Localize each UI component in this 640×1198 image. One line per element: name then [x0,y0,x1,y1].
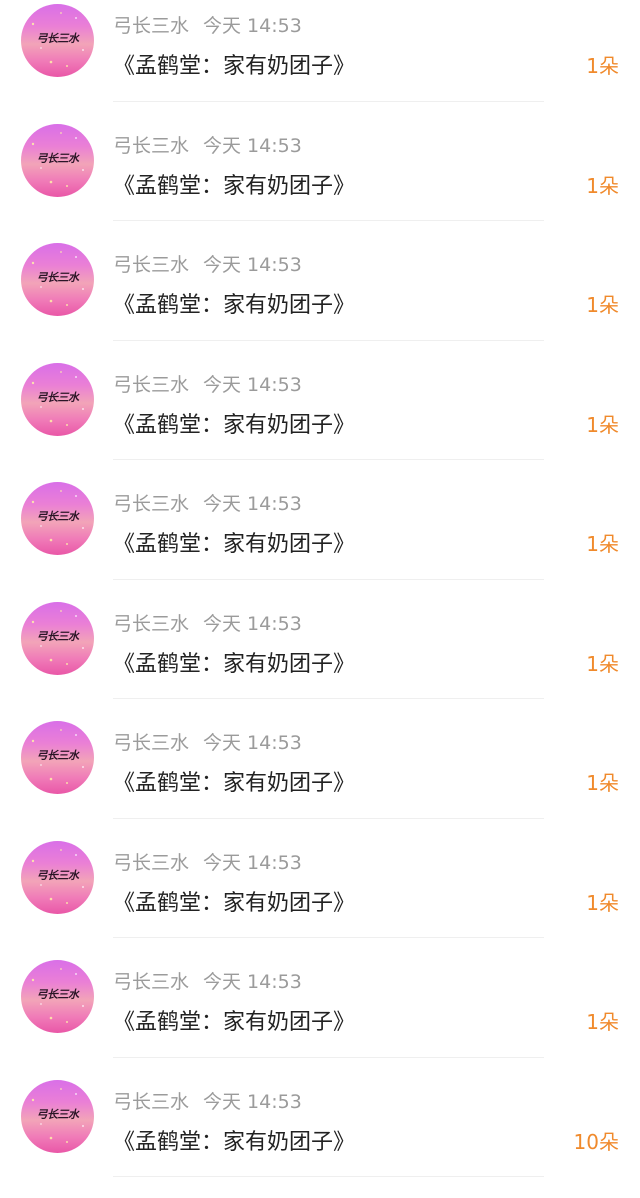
avatar[interactable]: 弓长三水 [21,123,94,197]
work-title[interactable]: 《孟鹤堂：家有奶团子》 [113,1124,355,1156]
item-meta: 弓长三水 今天 14:53 [113,11,302,38]
work-title[interactable]: 《孟鹤堂：家有奶团子》 [113,765,355,797]
avatar-logo-text: 弓长三水 [36,1107,80,1121]
work-title[interactable]: 《孟鹤堂：家有奶团子》 [113,48,355,80]
avatar-logo-text: 弓长三水 [36,271,80,284]
timestamp: 今天 14:53 [203,254,302,276]
work-title[interactable]: 《孟鹤堂：家有奶团子》 [113,885,355,917]
avatar[interactable]: 弓长三水 [21,1079,94,1153]
avatar[interactable]: 弓长三水 [21,362,94,436]
avatar[interactable]: 弓长三水 [21,243,94,316]
divider [113,1176,544,1177]
username[interactable]: 弓长三水 [113,613,189,635]
gift-amount: 1朵 [586,651,619,676]
username[interactable]: 弓长三水 [113,732,189,754]
work-title[interactable]: 《孟鹤堂：家有奶团子》 [113,168,355,200]
username[interactable]: 弓长三水 [113,971,189,993]
item-meta: 弓长三水 今天 14:53 [113,370,302,397]
list-item[interactable]: 弓长三水 弓长三水 今天 14:53 《孟鹤堂：家有奶团子》 10朵 [0,1076,640,1196]
avatar[interactable]: 弓长三水 [21,960,94,1033]
work-title[interactable]: 《孟鹤堂：家有奶团子》 [113,1004,355,1036]
timestamp: 今天 14:53 [203,732,302,754]
divider [113,220,544,221]
item-meta: 弓长三水 今天 14:53 [113,848,302,875]
username[interactable]: 弓长三水 [113,254,189,276]
item-meta: 弓长三水 今天 14:53 [113,967,302,994]
list-item[interactable]: 弓长三水 弓长三水 今天 14:53 《孟鹤堂：家有奶团子》 1朵 [0,359,640,479]
gift-amount: 1朵 [586,890,619,915]
username[interactable]: 弓长三水 [113,135,189,157]
divider [113,578,544,580]
avatar[interactable]: 弓长三水 [21,840,94,914]
avatar[interactable]: 弓长三水 [21,721,94,794]
list-item[interactable]: 弓长三水 弓长三水 今天 14:53 《孟鹤堂：家有奶团子》 1朵 [0,120,640,240]
list-item[interactable]: 弓长三水 弓长三水 今天 14:53 《孟鹤堂：家有奶团子》 1朵 [0,598,640,718]
gift-amount: 1朵 [586,412,619,437]
avatar-logo-text: 弓长三水 [36,32,80,45]
avatar-logo-text: 弓长三水 [36,151,80,165]
gift-record-list: 弓长三水 弓长三水 今天 14:53 《孟鹤堂：家有奶团子》 1朵 弓长三水 弓长… [0,0,640,1198]
username[interactable]: 弓长三水 [113,374,189,396]
list-item[interactable]: 弓长三水 弓长三水 今天 14:53 《孟鹤堂：家有奶团子》 1朵 [0,717,640,837]
avatar-logo-text: 弓长三水 [36,390,80,404]
username[interactable]: 弓长三水 [113,493,189,515]
divider [113,100,544,102]
avatar-logo-text: 弓长三水 [36,629,80,643]
username[interactable]: 弓长三水 [113,852,189,874]
timestamp: 今天 14:53 [203,612,302,635]
avatar-logo-text: 弓长三水 [36,868,80,882]
avatar[interactable]: 弓长三水 [21,4,94,77]
gift-amount: 1朵 [586,532,619,556]
item-meta: 弓长三水 今天 14:53 [113,489,302,516]
list-item[interactable]: 弓长三水 弓长三水 今天 14:53 《孟鹤堂：家有奶团子》 1朵 [0,0,640,120]
gift-amount: 1朵 [586,771,619,795]
gift-amount: 1朵 [586,1010,619,1034]
divider [113,459,544,460]
avatar-logo-text: 弓长三水 [36,749,80,762]
avatar-logo-text: 弓长三水 [36,988,80,1001]
item-meta: 弓长三水 今天 14:53 [113,131,302,158]
gift-amount: 1朵 [586,293,619,317]
item-meta: 弓长三水 今天 14:53 [113,728,302,755]
divider [113,1056,544,1058]
timestamp: 今天 14:53 [203,373,302,396]
username[interactable]: 弓长三水 [113,1091,189,1113]
work-title[interactable]: 《孟鹤堂：家有奶团子》 [113,526,355,558]
timestamp: 今天 14:53 [203,851,302,874]
work-title[interactable]: 《孟鹤堂：家有奶团子》 [113,287,355,319]
item-meta: 弓长三水 今天 14:53 [113,250,302,277]
divider [113,339,544,341]
avatar-logo-text: 弓长三水 [36,510,80,523]
item-meta: 弓长三水 今天 14:53 [113,1087,302,1114]
avatar[interactable]: 弓长三水 [21,482,94,555]
list-item[interactable]: 弓长三水 弓长三水 今天 14:53 《孟鹤堂：家有奶团子》 1朵 [0,239,640,359]
timestamp: 今天 14:53 [203,493,302,515]
timestamp: 今天 14:53 [203,1090,302,1113]
timestamp: 今天 14:53 [203,971,302,993]
list-item[interactable]: 弓长三水 弓长三水 今天 14:53 《孟鹤堂：家有奶团子》 1朵 [0,478,640,598]
list-item[interactable]: 弓长三水 弓长三水 今天 14:53 《孟鹤堂：家有奶团子》 1朵 [0,837,640,957]
timestamp: 今天 14:53 [203,15,302,37]
timestamp: 今天 14:53 [203,134,302,157]
list-item[interactable]: 弓长三水 弓长三水 今天 14:53 《孟鹤堂：家有奶团子》 1朵 [0,956,640,1076]
gift-amount: 1朵 [586,173,619,198]
divider [113,817,544,819]
divider [113,698,544,699]
work-title[interactable]: 《孟鹤堂：家有奶团子》 [113,646,355,678]
item-meta: 弓长三水 今天 14:53 [113,609,302,636]
gift-amount: 10朵 [573,1129,619,1154]
divider [113,937,544,938]
gift-amount: 1朵 [586,54,619,78]
work-title[interactable]: 《孟鹤堂：家有奶团子》 [113,407,355,439]
username[interactable]: 弓长三水 [113,15,189,37]
avatar[interactable]: 弓长三水 [21,601,94,675]
